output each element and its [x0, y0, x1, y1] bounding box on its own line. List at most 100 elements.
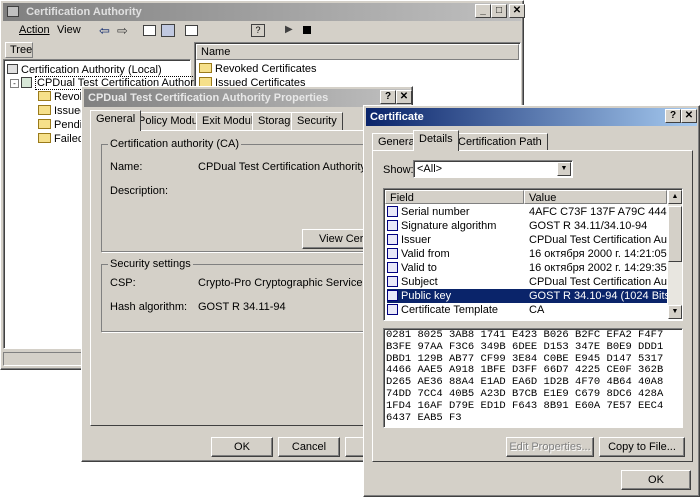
- csp-label: CSP:: [110, 277, 136, 289]
- field-row[interactable]: Certificate Template CA: [387, 303, 667, 317]
- ok-button[interactable]: OK: [211, 437, 273, 457]
- tab-label: Details: [419, 133, 453, 145]
- forward-icon[interactable]: ⇨: [117, 23, 128, 39]
- edit-properties-button[interactable]: Edit Properties...: [506, 437, 594, 457]
- tab-security[interactable]: Security: [291, 112, 343, 130]
- column-name-header[interactable]: Name: [196, 44, 519, 60]
- ok-label: OK: [234, 441, 250, 453]
- close-button[interactable]: ✕: [396, 90, 412, 104]
- fields-scrollbar[interactable]: ▲ ▼: [668, 190, 682, 319]
- hex-line: 6437 EAB5 F3: [386, 411, 462, 424]
- folder-icon: [38, 119, 51, 129]
- field-row[interactable]: Valid from 16 октября 2000 г. 14:21:05: [387, 247, 667, 261]
- scroll-down-icon[interactable]: ▼: [668, 305, 682, 319]
- collapse-icon[interactable]: -: [10, 79, 19, 88]
- help-button[interactable]: ?: [665, 109, 681, 123]
- field-value: CPDual Test Certification Auth...: [529, 234, 667, 246]
- list-item[interactable]: Revoked Certificates: [199, 63, 317, 75]
- hash-algorithm-label: Hash algorithm:: [110, 301, 188, 313]
- column-field-header[interactable]: Field: [385, 190, 524, 204]
- scroll-thumb[interactable]: [668, 206, 682, 262]
- field-icon: [387, 290, 398, 301]
- tab-details[interactable]: Details: [413, 130, 459, 151]
- menu-view[interactable]: View: [57, 24, 81, 36]
- field-name: Serial number: [401, 206, 470, 218]
- name-label: Name:: [110, 161, 143, 173]
- field-name: Signature algorithm: [401, 220, 497, 232]
- copy-to-file-button[interactable]: Copy to File...: [599, 437, 685, 457]
- ok-button[interactable]: OK: [621, 470, 691, 490]
- back-icon[interactable]: ⇦: [99, 23, 110, 39]
- scroll-up-icon[interactable]: ▲: [668, 190, 682, 204]
- field-row[interactable]: Issuer CPDual Test Certification Auth...: [387, 233, 667, 247]
- show-dropdown-value: <All>: [417, 163, 443, 175]
- field-row[interactable]: Serial number 4AFC C73F 137F A79C 444B F.…: [387, 205, 667, 219]
- certificate-titlebar[interactable]: Certificate: [366, 108, 697, 126]
- show-tree-icon[interactable]: [161, 24, 175, 37]
- column-value-label: Value: [529, 192, 557, 204]
- properties-titlebar[interactable]: CPDual Test Certification Authority Prop…: [84, 89, 410, 107]
- security-group-label: Security settings: [108, 258, 193, 270]
- column-field-label: Field: [390, 192, 414, 204]
- ca-group-label: Certification authority (CA): [108, 138, 241, 150]
- field-name: Certificate Template: [401, 304, 499, 316]
- cancel-label: Cancel: [291, 441, 327, 453]
- hex-line: B3FE 97AA F3C6 349B 6DEE D153 347E B0E9 …: [386, 340, 664, 353]
- folder-icon: [199, 63, 212, 73]
- hex-line: 74DD 7CC4 40B5 A23D B7CB E1E9 C679 8DC6 …: [386, 387, 664, 400]
- field-icon: [387, 248, 398, 259]
- field-value: GOST R 34.11/34.10-94: [529, 220, 648, 232]
- ca-root-icon: [7, 64, 18, 74]
- field-icon: [387, 220, 398, 231]
- tab-label: Security: [297, 115, 337, 127]
- tab-label: Certification Path: [458, 136, 542, 148]
- stop-icon[interactable]: [303, 26, 311, 34]
- menu-action[interactable]: Action: [19, 24, 50, 36]
- public-key-hex: 0281 8025 3AB8 1741 E423 B026 B2FC EFA2 …: [386, 329, 664, 424]
- field-icon: [387, 206, 398, 217]
- field-name: Public key: [401, 290, 452, 302]
- tab-certification-path[interactable]: Certification Path: [452, 133, 548, 151]
- help-button[interactable]: ?: [380, 90, 396, 104]
- chevron-down-icon[interactable]: ▼: [557, 162, 571, 176]
- tree-root-label: Certification Authority (Local): [21, 64, 162, 76]
- folder-icon: [38, 133, 51, 143]
- tree-item-issued[interactable]: Issued: [38, 105, 86, 117]
- general-panel: Certification authority (CA) Name: CPDua…: [90, 130, 406, 426]
- fields-list: Field Value Serial number 4AFC C73F 137F …: [383, 188, 683, 321]
- field-value: CPDual Test Certification Auth...: [529, 276, 667, 288]
- column-value-header[interactable]: Value: [524, 190, 667, 204]
- minimize-button[interactable]: _: [475, 4, 491, 18]
- details-panel: Show: <All> ▼ Field Value Serial number 4…: [372, 150, 693, 462]
- field-icon: [387, 234, 398, 245]
- cancel-button[interactable]: Cancel: [278, 437, 340, 457]
- close-button[interactable]: ✕: [681, 109, 697, 123]
- hash-algorithm-value: GOST R 34.11-94: [198, 301, 286, 313]
- mmc-titlebar[interactable]: Certification Authority: [3, 3, 521, 21]
- up-folder-icon[interactable]: [143, 25, 156, 36]
- tab-label: General: [96, 113, 136, 125]
- folder-icon: [38, 91, 51, 101]
- fields-rows: Serial number 4AFC C73F 137F A79C 444B F.…: [384, 205, 667, 320]
- field-row[interactable]: Subject CPDual Test Certification Auth...: [387, 275, 667, 289]
- maximize-button[interactable]: □: [491, 4, 507, 18]
- field-row[interactable]: Valid to 16 октября 2002 г. 14:29:35: [387, 261, 667, 275]
- ca-group: Certification authority (CA) Name: CPDua…: [101, 138, 402, 252]
- tree-tab[interactable]: Tree: [5, 42, 33, 58]
- field-name: Valid to: [401, 262, 437, 274]
- show-dropdown[interactable]: <All> ▼: [413, 160, 573, 178]
- certificate-dialog: Certificate ? ✕ General Details Certific…: [363, 105, 700, 497]
- export-icon[interactable]: [185, 25, 198, 36]
- description-label: Description:: [110, 185, 169, 197]
- play-icon[interactable]: ▶: [285, 24, 293, 35]
- field-icon: [387, 304, 398, 315]
- field-value: 16 октября 2002 г. 14:29:35: [529, 262, 667, 274]
- tab-general[interactable]: General: [90, 110, 142, 131]
- field-row[interactable]: Signature algorithm GOST R 34.11/34.10-94: [387, 219, 667, 233]
- field-row[interactable]: Public key GOST R 34.10-94 (1024 Bits): [387, 289, 667, 303]
- mmc-toolbar: Action View ⇦ ⇨ ? ▶: [3, 23, 521, 39]
- help-icon[interactable]: ?: [251, 24, 265, 37]
- tree-root[interactable]: Certification Authority (Local): [7, 64, 162, 76]
- close-button[interactable]: ✕: [509, 4, 525, 18]
- value-textbox[interactable]: 0281 8025 3AB8 1741 E423 B026 B2FC EFA2 …: [383, 328, 683, 428]
